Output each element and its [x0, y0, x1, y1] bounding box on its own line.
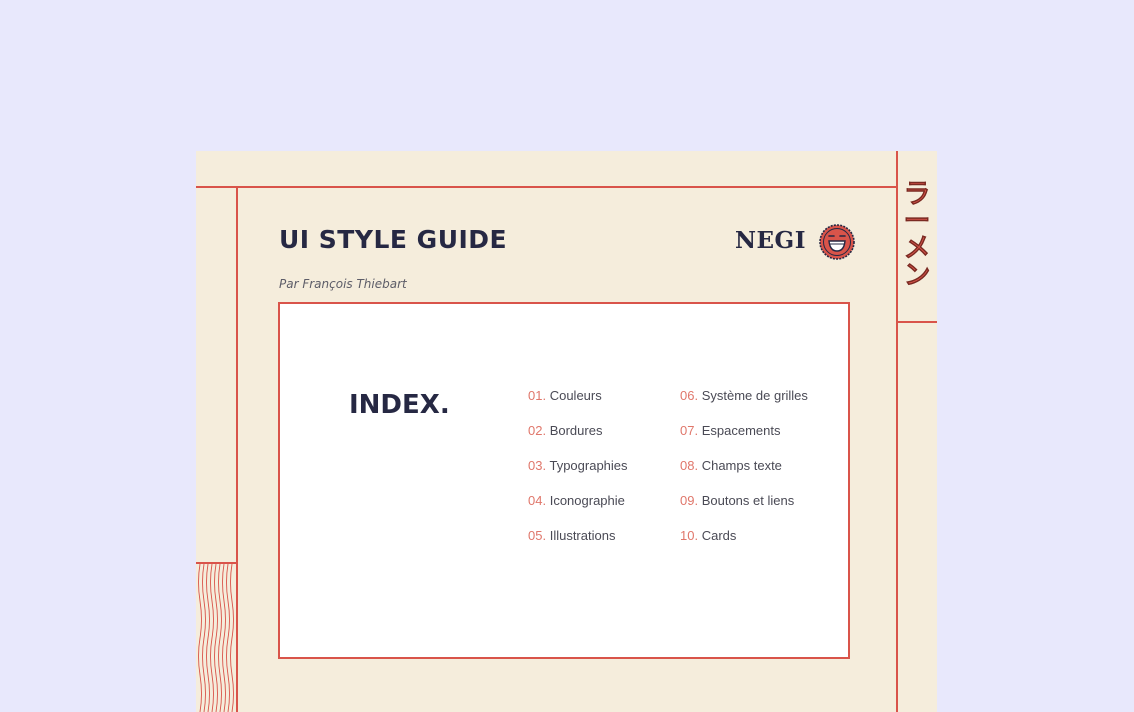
index-item-cards[interactable]: 10. Cards — [680, 527, 808, 562]
katakana-me: メ — [903, 233, 931, 264]
katakana-long-vowel: ー — [903, 206, 931, 237]
index-item-espacements[interactable]: 07. Espacements — [680, 422, 808, 457]
katakana-n: ン — [903, 260, 931, 291]
frame-line-left — [236, 186, 238, 712]
index-item-bordures[interactable]: 02. Bordures — [528, 422, 628, 457]
index-column-1: 01. Couleurs 02. Bordures 03. Typographi… — [528, 387, 628, 562]
smiling-face-badge-icon — [819, 224, 855, 260]
frame-line-right-short — [896, 321, 937, 323]
index-title: INDEX. — [349, 390, 450, 420]
frame-line-right — [896, 151, 898, 712]
wavy-lines-decoration — [198, 564, 234, 712]
page-title: UI STYLE GUIDE — [279, 225, 508, 254]
index-item-illustrations[interactable]: 05. Illustrations — [528, 527, 628, 562]
index-item-boutons-liens[interactable]: 09. Boutons et liens — [680, 492, 808, 527]
index-item-typographies[interactable]: 03. Typographies — [528, 457, 628, 492]
author-subtitle: Par François Thiebart — [279, 277, 407, 291]
index-item-couleurs[interactable]: 01. Couleurs — [528, 387, 628, 422]
index-item-iconographie[interactable]: 04. Iconographie — [528, 492, 628, 527]
index-item-champs-texte[interactable]: 08. Champs texte — [680, 457, 808, 492]
style-guide-document: UI STYLE GUIDE Par François Thiebart NEG… — [196, 151, 937, 712]
brand-name: NEGI — [735, 227, 806, 254]
vertical-ramen-text: ラ ー メ ン — [900, 179, 934, 291]
index-card: INDEX. 01. Couleurs 02. Bordures 03. Typ… — [278, 302, 850, 659]
frame-line-top — [196, 186, 896, 188]
katakana-ra: ラ — [903, 179, 931, 210]
index-column-2: 06. Système de grilles 07. Espacements 0… — [680, 387, 808, 562]
index-item-grilles[interactable]: 06. Système de grilles — [680, 387, 808, 422]
